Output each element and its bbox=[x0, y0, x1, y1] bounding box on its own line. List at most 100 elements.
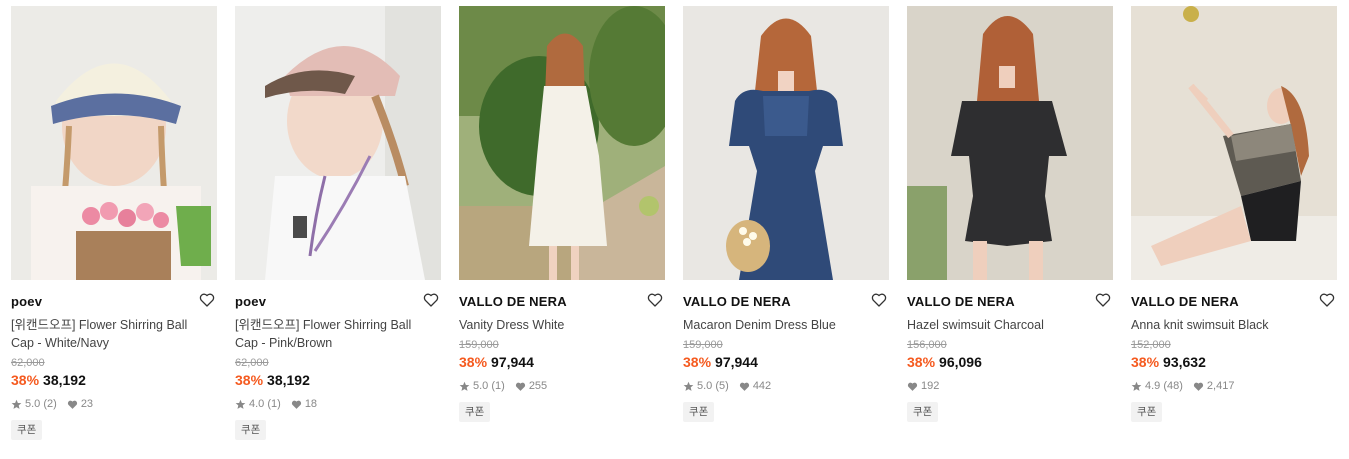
product-name[interactable]: Anna knit swimsuit Black bbox=[1131, 316, 1337, 334]
coupon-badge[interactable]: 쿠폰 bbox=[459, 402, 491, 422]
sale-price: 38,192 bbox=[267, 372, 310, 388]
heart-filled-icon bbox=[67, 400, 77, 409]
discount-rate: 38% bbox=[683, 354, 712, 370]
product-image[interactable] bbox=[1131, 6, 1337, 280]
review-count: (48) bbox=[1163, 380, 1183, 392]
product-photo-cap-navy bbox=[11, 6, 217, 280]
brand-name[interactable]: VALLO DE NERA bbox=[459, 292, 665, 312]
review-stats: 192 bbox=[907, 379, 1113, 393]
original-price: 159,000 bbox=[683, 339, 723, 351]
coupon-badge[interactable]: 쿠폰 bbox=[11, 420, 43, 440]
brand-name[interactable]: VALLO DE NERA bbox=[907, 292, 1113, 312]
product-name[interactable]: Hazel swimsuit Charcoal bbox=[907, 316, 1113, 334]
discount-rate: 38% bbox=[1131, 354, 1160, 370]
like-count: 192 bbox=[921, 380, 940, 392]
brand-name[interactable]: poev bbox=[235, 292, 441, 312]
product-image[interactable] bbox=[683, 6, 889, 280]
discount-rate: 38% bbox=[235, 372, 264, 388]
price-row: 38% 38,192 bbox=[235, 371, 441, 389]
sale-price: 96,096 bbox=[939, 354, 982, 370]
heart-filled-icon bbox=[291, 400, 301, 409]
discount-rate: 38% bbox=[907, 354, 936, 370]
rating-value: 5.0 bbox=[697, 380, 713, 392]
price-row: 38% 97,944 bbox=[459, 353, 665, 371]
discount-rate: 38% bbox=[459, 354, 488, 370]
sale-price: 38,192 bbox=[43, 372, 86, 388]
star-icon bbox=[11, 399, 22, 409]
coupon-badge[interactable]: 쿠폰 bbox=[683, 402, 715, 422]
product-name[interactable]: Macaron Denim Dress Blue bbox=[683, 316, 889, 334]
product-photo-cap-pink bbox=[235, 6, 441, 280]
price-row: 38% 38,192 bbox=[11, 371, 217, 389]
price-row: 38% 93,632 bbox=[1131, 353, 1337, 371]
like-count: 23 bbox=[80, 398, 94, 410]
product-image[interactable] bbox=[459, 6, 665, 280]
review-stats: 5.0 (5) 442 bbox=[683, 379, 889, 393]
heart-outline-icon[interactable] bbox=[199, 292, 215, 308]
original-price: 62,000 bbox=[11, 357, 45, 369]
product-name[interactable]: [위캔드오프] Flower Shirring Ball Cap - Pink/… bbox=[235, 316, 441, 352]
review-count: (5) bbox=[715, 380, 729, 392]
product-name[interactable]: Vanity Dress White bbox=[459, 316, 665, 334]
heart-outline-icon[interactable] bbox=[1095, 292, 1111, 308]
original-price: 62,000 bbox=[235, 357, 269, 369]
like-count: 255 bbox=[528, 380, 548, 392]
heart-outline-icon[interactable] bbox=[871, 292, 887, 308]
sale-price: 93,632 bbox=[1163, 354, 1206, 370]
brand-name[interactable]: VALLO DE NERA bbox=[1131, 292, 1337, 312]
sale-price: 97,944 bbox=[491, 354, 534, 370]
price-row: 38% 96,096 bbox=[907, 353, 1113, 371]
original-price: 152,000 bbox=[1131, 339, 1171, 351]
product-image[interactable] bbox=[11, 6, 217, 280]
product-photo-white-dress bbox=[459, 6, 665, 280]
price-row: 38% 97,944 bbox=[683, 353, 889, 371]
review-stats: 5.0 (2) 23 bbox=[11, 397, 217, 411]
discount-rate: 38% bbox=[11, 372, 40, 388]
rating-value: 4.0 bbox=[249, 398, 265, 410]
heart-outline-icon[interactable] bbox=[647, 292, 663, 308]
heart-filled-icon bbox=[515, 382, 525, 391]
product-card[interactable]: poev [위캔드오프] Flower Shirring Ball Cap - … bbox=[235, 6, 441, 440]
product-name[interactable]: [위캔드오프] Flower Shirring Ball Cap - White… bbox=[11, 316, 217, 352]
heart-filled-icon bbox=[739, 382, 749, 391]
review-stats: 5.0 (1) 255 bbox=[459, 379, 665, 393]
review-stats: 4.9 (48) 2,417 bbox=[1131, 379, 1337, 393]
product-photo-charcoal-swimsuit bbox=[907, 6, 1113, 280]
star-icon bbox=[459, 381, 470, 391]
product-card[interactable]: VALLO DE NERA Anna knit swimsuit Black 1… bbox=[1131, 6, 1337, 422]
review-stats: 4.0 (1) 18 bbox=[235, 397, 441, 411]
product-grid: poev [위캔드오프] Flower Shirring Ball Cap - … bbox=[0, 0, 1349, 459]
heart-filled-icon bbox=[907, 382, 918, 391]
product-card[interactable]: poev [위캔드오프] Flower Shirring Ball Cap - … bbox=[11, 6, 217, 440]
original-price: 159,000 bbox=[459, 339, 499, 351]
rating-value: 4.9 bbox=[1145, 380, 1161, 392]
heart-outline-icon[interactable] bbox=[423, 292, 439, 308]
rating-value: 5.0 bbox=[25, 398, 41, 410]
heart-filled-icon bbox=[1193, 382, 1204, 391]
like-count: 2,417 bbox=[1206, 380, 1235, 392]
review-count: (1) bbox=[267, 398, 281, 410]
coupon-badge[interactable]: 쿠폰 bbox=[1131, 402, 1163, 422]
review-count: (1) bbox=[491, 380, 505, 392]
coupon-badge[interactable]: 쿠폰 bbox=[235, 420, 267, 440]
star-icon bbox=[1131, 381, 1142, 391]
rating-value: 5.0 bbox=[473, 380, 489, 392]
product-card[interactable]: VALLO DE NERA Macaron Denim Dress Blue 1… bbox=[683, 6, 889, 422]
coupon-badge[interactable]: 쿠폰 bbox=[907, 402, 939, 422]
brand-name[interactable]: VALLO DE NERA bbox=[683, 292, 889, 312]
heart-outline-icon[interactable] bbox=[1319, 292, 1335, 308]
product-card[interactable]: VALLO DE NERA Hazel swimsuit Charcoal 15… bbox=[907, 6, 1113, 422]
like-count: 442 bbox=[752, 380, 772, 392]
star-icon bbox=[235, 399, 246, 409]
original-price: 156,000 bbox=[907, 339, 947, 351]
like-count: 18 bbox=[304, 398, 318, 410]
product-photo-knit-swimsuit bbox=[1131, 6, 1337, 280]
product-image[interactable] bbox=[235, 6, 441, 280]
product-photo-denim-dress bbox=[683, 6, 889, 280]
product-image[interactable] bbox=[907, 6, 1113, 280]
brand-name[interactable]: poev bbox=[11, 292, 217, 312]
sale-price: 97,944 bbox=[715, 354, 758, 370]
review-count: (2) bbox=[43, 398, 57, 410]
star-icon bbox=[683, 381, 694, 391]
product-card[interactable]: VALLO DE NERA Vanity Dress White 159,000… bbox=[459, 6, 665, 422]
